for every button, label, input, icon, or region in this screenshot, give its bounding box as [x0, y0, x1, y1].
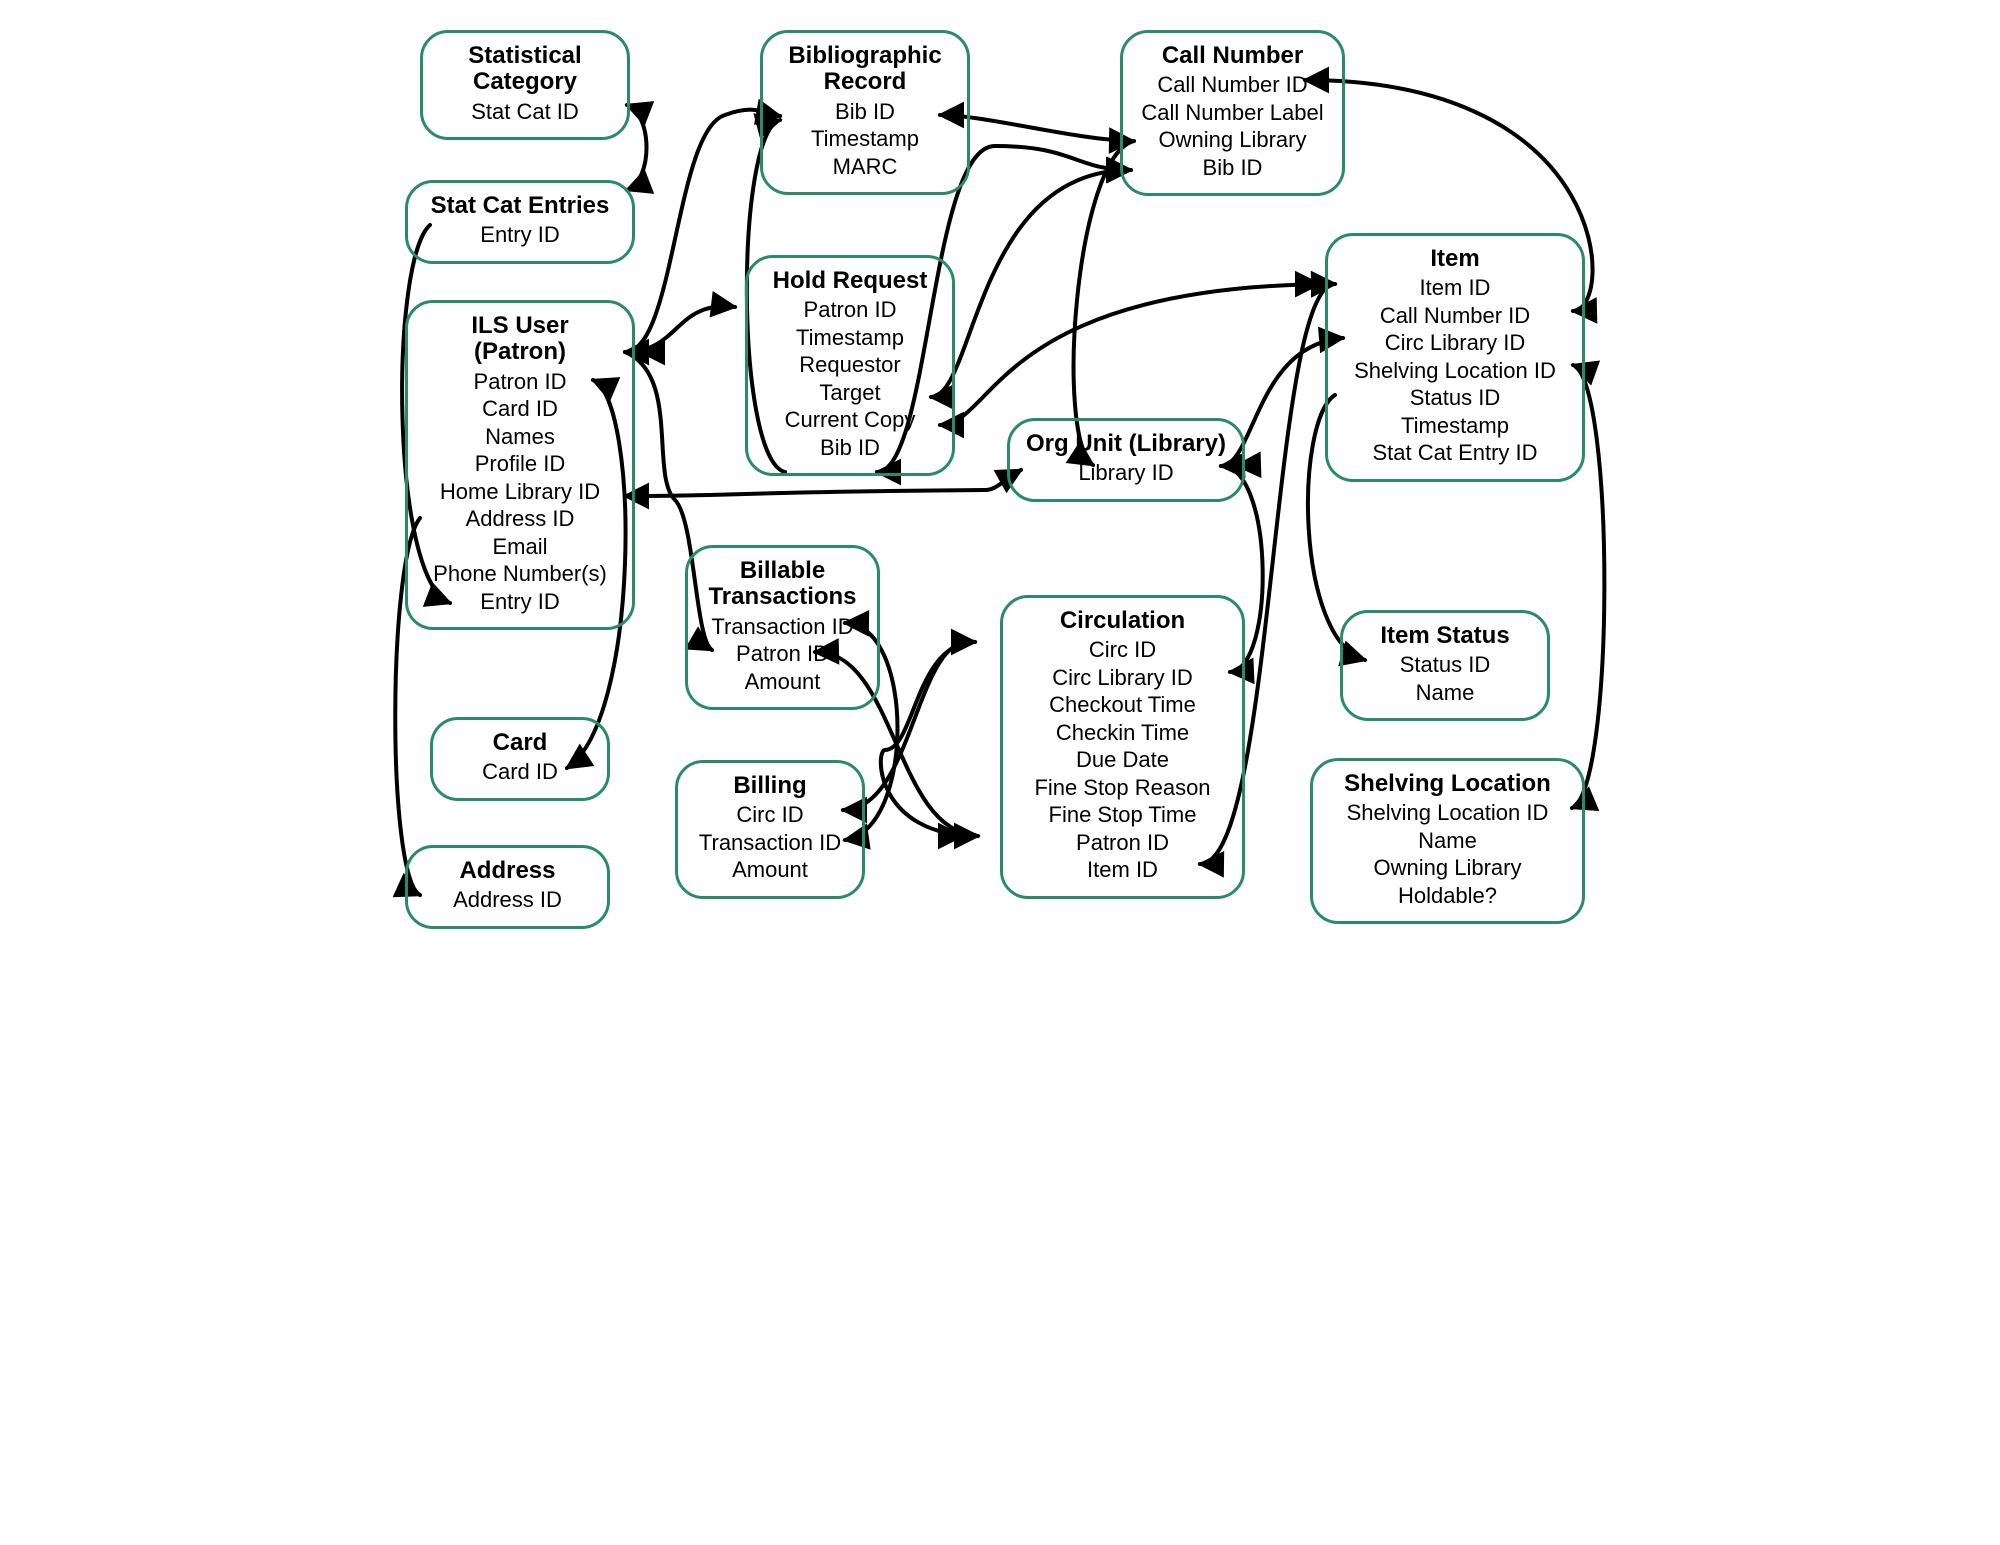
- entity-field: Item ID: [1342, 274, 1568, 302]
- entity-field: Name: [1357, 679, 1533, 707]
- entity-field: Home Library ID: [422, 478, 618, 506]
- entity-field: Email: [422, 533, 618, 561]
- entity-field: Bib ID: [1137, 154, 1328, 182]
- entity-ils-user: ILS User (Patron) Patron ID Card ID Name…: [405, 300, 635, 630]
- entity-title: Call Number: [1137, 43, 1328, 69]
- entity-field: Fine Stop Time: [1017, 801, 1228, 829]
- entity-field: Timestamp: [777, 125, 953, 153]
- entity-address: Address Address ID: [405, 845, 610, 929]
- entity-title: Bibliographic Record: [777, 43, 953, 96]
- entity-field: Amount: [692, 856, 848, 884]
- entity-shelving-location: Shelving Location Shelving Location ID N…: [1310, 758, 1585, 924]
- entity-card: Card Card ID: [430, 717, 610, 801]
- entity-billable-tx: Billable Transactions Transaction ID Pat…: [685, 545, 880, 710]
- entity-item: Item Item ID Call Number ID Circ Library…: [1325, 233, 1585, 482]
- entity-title: Item Status: [1357, 623, 1533, 649]
- entity-title: Address: [422, 858, 593, 884]
- entity-field: Amount: [702, 668, 863, 696]
- entity-title: Item: [1342, 246, 1568, 272]
- entity-field: Checkin Time: [1017, 719, 1228, 747]
- entity-field: Timestamp: [1342, 412, 1568, 440]
- entity-field: Entry ID: [422, 588, 618, 616]
- entity-field: Transaction ID: [692, 829, 848, 857]
- entity-title: Billing: [692, 773, 848, 799]
- entity-stat-cat-entries: Stat Cat Entries Entry ID: [405, 180, 635, 264]
- entity-field: Circ Library ID: [1342, 329, 1568, 357]
- entity-field: Current Copy: [762, 406, 938, 434]
- entity-field: Phone Number(s): [422, 560, 618, 588]
- entity-field: Patron ID: [702, 640, 863, 668]
- entity-field: Circ ID: [692, 801, 848, 829]
- entity-field: Target: [762, 379, 938, 407]
- entity-field: Transaction ID: [702, 613, 863, 641]
- entity-title: Hold Request: [762, 268, 938, 294]
- entity-field: Status ID: [1357, 651, 1533, 679]
- entity-field: Call Number ID: [1137, 71, 1328, 99]
- entity-org-unit: Org Unit (Library) Library ID: [1007, 418, 1245, 502]
- entity-billing: Billing Circ ID Transaction ID Amount: [675, 760, 865, 899]
- entity-field: Circ ID: [1017, 636, 1228, 664]
- entity-field: Address ID: [422, 505, 618, 533]
- entity-call-number: Call Number Call Number ID Call Number L…: [1120, 30, 1345, 196]
- entity-field: Bib ID: [777, 98, 953, 126]
- entity-field: Shelving Location ID: [1342, 357, 1568, 385]
- entity-title: Org Unit (Library): [1024, 431, 1228, 457]
- diagram-canvas: Statistical Category Stat Cat ID Stat Ca…: [375, 0, 1625, 966]
- entity-field: Shelving Location ID: [1327, 799, 1568, 827]
- entity-field: Requestor: [762, 351, 938, 379]
- entity-title: Shelving Location: [1327, 771, 1568, 797]
- entity-field: Stat Cat Entry ID: [1342, 439, 1568, 467]
- entity-field: Stat Cat ID: [437, 98, 613, 126]
- entity-field: Entry ID: [422, 221, 618, 249]
- entity-bib-record: Bibliographic Record Bib ID Timestamp MA…: [760, 30, 970, 195]
- entity-field: Profile ID: [422, 450, 618, 478]
- entity-field: Fine Stop Reason: [1017, 774, 1228, 802]
- entity-title: Billable Transactions: [702, 558, 863, 611]
- entity-field: Owning Library: [1327, 854, 1568, 882]
- entity-title: Statistical Category: [437, 43, 613, 96]
- entity-title: Circulation: [1017, 608, 1228, 634]
- entity-field: MARC: [777, 153, 953, 181]
- entity-title: Card: [447, 730, 593, 756]
- entity-title: Stat Cat Entries: [422, 193, 618, 219]
- entity-field: Name: [1327, 827, 1568, 855]
- entity-field: Card ID: [447, 758, 593, 786]
- entity-field: Status ID: [1342, 384, 1568, 412]
- entity-field: Circ Library ID: [1017, 664, 1228, 692]
- entity-field: Item ID: [1017, 856, 1228, 884]
- entity-field: Patron ID: [1017, 829, 1228, 857]
- entity-field: Due Date: [1017, 746, 1228, 774]
- entity-field: Bib ID: [762, 434, 938, 462]
- entity-field: Call Number ID: [1342, 302, 1568, 330]
- entity-field: Call Number Label: [1137, 99, 1328, 127]
- entity-field: Library ID: [1024, 459, 1228, 487]
- entity-field: Address ID: [422, 886, 593, 914]
- entity-field: Card ID: [422, 395, 618, 423]
- entity-field: Patron ID: [422, 368, 618, 396]
- entity-field: Timestamp: [762, 324, 938, 352]
- entity-field: Owning Library: [1137, 126, 1328, 154]
- entity-circulation: Circulation Circ ID Circ Library ID Chec…: [1000, 595, 1245, 899]
- entity-field: Names: [422, 423, 618, 451]
- entity-statistical-category: Statistical Category Stat Cat ID: [420, 30, 630, 140]
- entity-field: Patron ID: [762, 296, 938, 324]
- entity-title: ILS User (Patron): [422, 313, 618, 366]
- entity-hold-request: Hold Request Patron ID Timestamp Request…: [745, 255, 955, 476]
- entity-item-status: Item Status Status ID Name: [1340, 610, 1550, 721]
- entity-field: Holdable?: [1327, 882, 1568, 910]
- entity-field: Checkout Time: [1017, 691, 1228, 719]
